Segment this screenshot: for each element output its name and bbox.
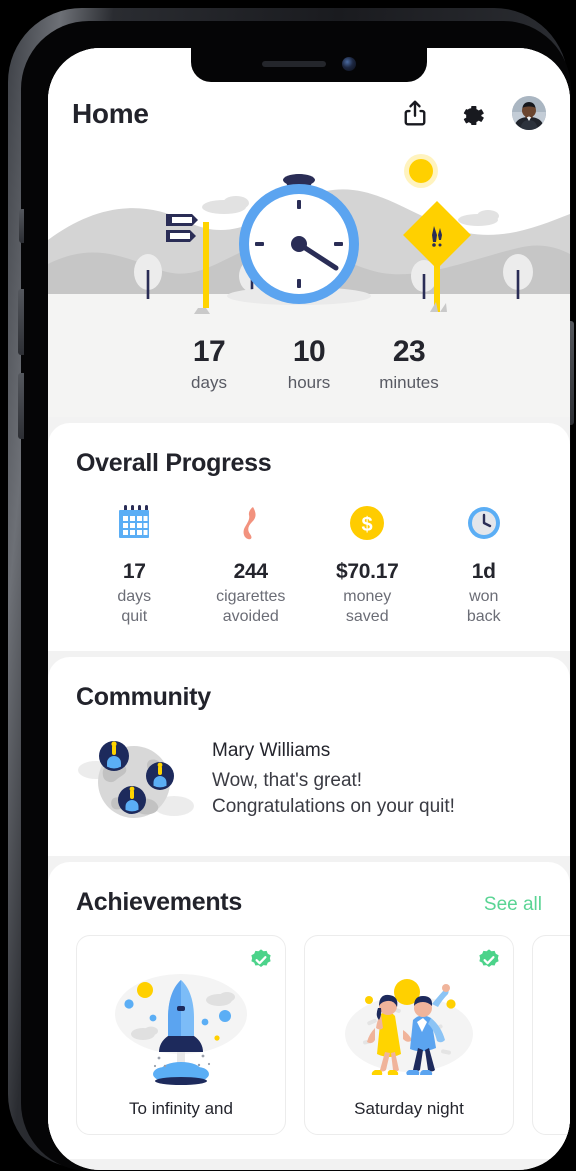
header-actions: [400, 96, 546, 130]
stat-money-saved-value: $70.17: [336, 559, 399, 583]
phone-frame: Home 17 days 10 hours 23 minutes Overall…: [8, 8, 574, 1171]
gear-icon[interactable]: [456, 98, 486, 128]
achievements-card: Achievements See all To infinity and Sat…: [48, 861, 570, 1159]
achievement-card-rocket[interactable]: To infinity and: [76, 934, 286, 1135]
achievements-title: Achievements: [76, 887, 242, 916]
rocket-launch-illustration: [101, 966, 261, 1088]
speaker-grille-icon: [262, 60, 326, 67]
achievement-card-dancing[interactable]: Saturday night: [304, 934, 514, 1135]
community-text: Mary Williams Wow, that's great! Congrat…: [212, 740, 542, 818]
globe-with-members-icon: [76, 728, 194, 832]
timer-unit-hours: 10 hours: [276, 336, 342, 393]
stat-days-quit[interactable]: 17 days quit: [76, 500, 193, 627]
stat-life-won-back-value: 1d: [471, 559, 496, 583]
stopwatch-landscape-illustration: [48, 144, 570, 322]
community-card: Community Mary Williams Wow, that's grea…: [48, 656, 570, 856]
achievement-name: To infinity and: [129, 1098, 233, 1118]
page-title: Home: [72, 98, 149, 129]
stat-life-won-back[interactable]: 1d won back: [426, 500, 543, 627]
timer-hours-value: 10: [292, 335, 326, 368]
verified-check-badge-icon: [249, 948, 273, 972]
community-message-line-1: Wow, that's great!: [212, 770, 363, 792]
quit-timer: 17 days 10 hours 23 minutes: [48, 322, 570, 417]
achievements-header: Achievements See all: [76, 888, 542, 917]
timer-unit-minutes: 23 minutes: [376, 336, 442, 393]
app-viewport: Home 17 days 10 hours 23 minutes Overall…: [48, 48, 570, 1170]
community-author: Mary Williams: [212, 740, 331, 762]
overall-progress-title: Overall Progress: [76, 448, 272, 477]
overall-progress-card: Overall Progress 17 days quit 244 cigare…: [48, 422, 570, 651]
community-post[interactable]: Mary Williams Wow, that's great! Congrat…: [76, 728, 542, 832]
front-camera-icon: [342, 56, 356, 71]
clock-icon: [426, 500, 543, 546]
volume-up-button[interactable]: [18, 289, 24, 355]
timer-unit-days: 17 days: [176, 336, 242, 393]
community-message-line-2: Congratulations on your quit!: [212, 795, 455, 817]
timer-hours-label: hours: [287, 372, 331, 392]
smoke-flame-icon: [193, 500, 310, 546]
dancing-couple-illustration: [329, 966, 489, 1088]
achievement-name: Saturday night: [354, 1098, 464, 1118]
timer-minutes-label: minutes: [379, 372, 439, 392]
timer-days-value: 17: [192, 335, 226, 368]
avatar[interactable]: [512, 96, 546, 130]
money-coin-icon: $: [309, 500, 426, 546]
calendar-icon: [76, 500, 193, 546]
stat-days-quit-label: days quit: [117, 587, 152, 625]
stat-money-saved-label: money saved: [343, 587, 392, 625]
hero-illustration: [48, 144, 570, 322]
achievement-card-next[interactable]: [532, 934, 570, 1135]
volume-down-button[interactable]: [18, 373, 24, 439]
share-icon[interactable]: [400, 98, 430, 128]
see-all-link[interactable]: See all: [484, 894, 542, 916]
stat-money-saved[interactable]: $ $70.17 money saved: [309, 500, 426, 627]
community-title: Community: [76, 682, 211, 711]
svg-text:$: $: [362, 514, 373, 536]
stat-cigarettes-avoided[interactable]: 244 cigarettes avoided: [193, 500, 310, 627]
stat-life-won-back-label: won back: [466, 587, 501, 625]
timer-minutes-value: 23: [392, 335, 426, 368]
stats-row: 17 days quit 244 cigarettes avoided $ $7…: [76, 500, 542, 627]
stat-cigarettes-avoided-value: 244: [233, 559, 268, 583]
achievements-carousel[interactable]: To infinity and Saturday night: [76, 934, 570, 1135]
timer-days-label: days: [191, 372, 227, 392]
phone-screen: Home 17 days 10 hours 23 minutes Overall…: [48, 48, 570, 1170]
silent-switch[interactable]: [19, 209, 24, 243]
verified-check-badge-icon: [477, 948, 501, 972]
stat-days-quit-value: 17: [122, 559, 146, 583]
notch: [191, 48, 427, 82]
phone-body: Home 17 days 10 hours 23 minutes Overall…: [18, 21, 574, 1171]
stat-cigarettes-avoided-label: cigarettes avoided: [216, 587, 286, 625]
